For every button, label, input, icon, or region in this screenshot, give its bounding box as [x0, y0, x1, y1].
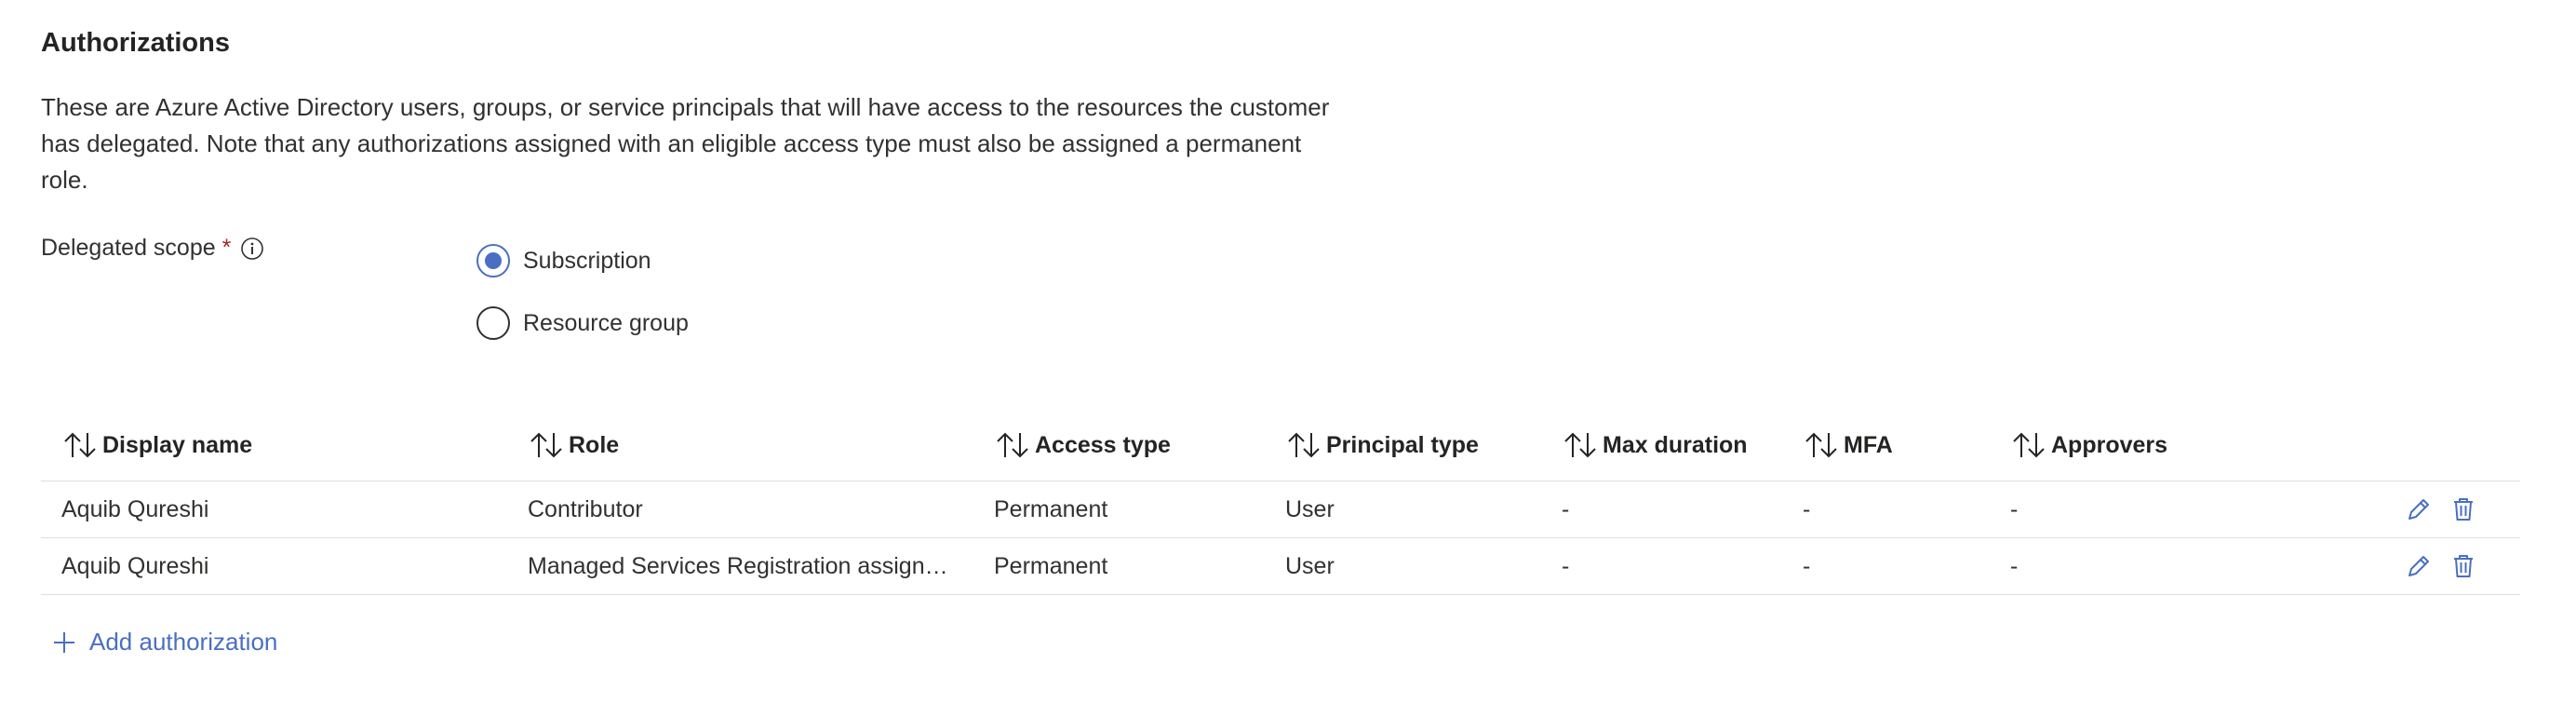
delete-icon[interactable]: [2449, 538, 2477, 594]
sort-icon: [997, 432, 1028, 458]
radio-subscription[interactable]: Subscription: [476, 244, 651, 278]
delete-icon[interactable]: [2449, 481, 2477, 537]
table-row[interactable]: Aquib Qureshi Managed Services Registrat…: [41, 537, 2520, 595]
add-authorization-label: Add authorization: [89, 628, 278, 656]
cell-max-duration: -: [1562, 552, 1570, 579]
cell-principal-type: User: [1285, 552, 1335, 579]
add-authorization-button[interactable]: Add authorization: [52, 628, 277, 657]
info-icon[interactable]: [240, 237, 264, 261]
cell-approvers: -: [2010, 552, 2019, 579]
cell-role: Contributor: [528, 496, 643, 522]
table-header: Display name Role Access type Principal …: [41, 410, 2520, 481]
cell-approvers: -: [2010, 495, 2019, 522]
required-marker: *: [221, 235, 232, 261]
cell-access-type: Permanent: [994, 495, 1108, 522]
radio-subscription-circle[interactable]: [476, 244, 510, 278]
radio-subscription-label: Subscription: [523, 247, 651, 274]
cell-display-name: Aquib Qureshi: [61, 552, 209, 579]
column-header-label: Principal type: [1326, 431, 1479, 458]
sort-icon: [530, 432, 562, 458]
column-header-access-type[interactable]: Access type: [994, 410, 1171, 481]
column-header-max-duration[interactable]: Max duration: [1562, 410, 1748, 481]
edit-icon[interactable]: [2405, 481, 2433, 537]
cell-max-duration: -: [1562, 495, 1570, 522]
column-header-label: Max duration: [1603, 431, 1748, 458]
sort-icon: [1288, 432, 1320, 458]
sort-icon: [64, 432, 96, 458]
column-header-label: MFA: [1844, 431, 1893, 458]
cell-role: Managed Services Registration assignment…: [528, 553, 965, 579]
section-description: These are Azure Active Directory users, …: [41, 93, 1330, 194]
column-header-mfa[interactable]: MFA: [1803, 410, 1893, 481]
column-header-label: Role: [569, 431, 620, 458]
section-title: Authorizations: [41, 28, 230, 58]
column-header-display-name[interactable]: Display name: [61, 410, 252, 481]
radio-selected-dot: [485, 252, 502, 269]
cell-mfa: -: [1803, 552, 1811, 579]
plus-icon: [52, 630, 76, 655]
sort-icon: [2013, 432, 2045, 458]
table-row[interactable]: Aquib Qureshi Contributor Permanent User…: [41, 481, 2520, 537]
sort-icon: [1805, 432, 1837, 458]
cell-principal-type: User: [1285, 495, 1335, 522]
cell-display-name: Aquib Qureshi: [61, 495, 209, 522]
cell-mfa: -: [1803, 495, 1811, 522]
sort-icon: [1564, 432, 1596, 458]
edit-icon[interactable]: [2405, 538, 2433, 594]
column-header-approvers[interactable]: Approvers: [2010, 410, 2167, 481]
authorizations-table: Display name Role Access type Principal …: [41, 410, 2520, 595]
column-header-label: Approvers: [2051, 431, 2168, 458]
column-header-role[interactable]: Role: [528, 410, 619, 481]
delegated-scope-label: Delegated scope *: [41, 235, 264, 262]
column-header-label: Display name: [102, 431, 253, 458]
column-header-label: Access type: [1035, 431, 1171, 458]
authorizations-page: Authorizations These are Azure Active Di…: [0, 0, 2576, 704]
radio-resource-group-label: Resource group: [523, 309, 689, 336]
column-header-principal-type[interactable]: Principal type: [1285, 410, 1479, 481]
radio-resource-group-circle[interactable]: [476, 306, 510, 340]
radio-resource-group[interactable]: Resource group: [476, 306, 689, 340]
cell-access-type: Permanent: [994, 552, 1108, 579]
delegated-scope-label-text: Delegated scope: [41, 235, 216, 261]
